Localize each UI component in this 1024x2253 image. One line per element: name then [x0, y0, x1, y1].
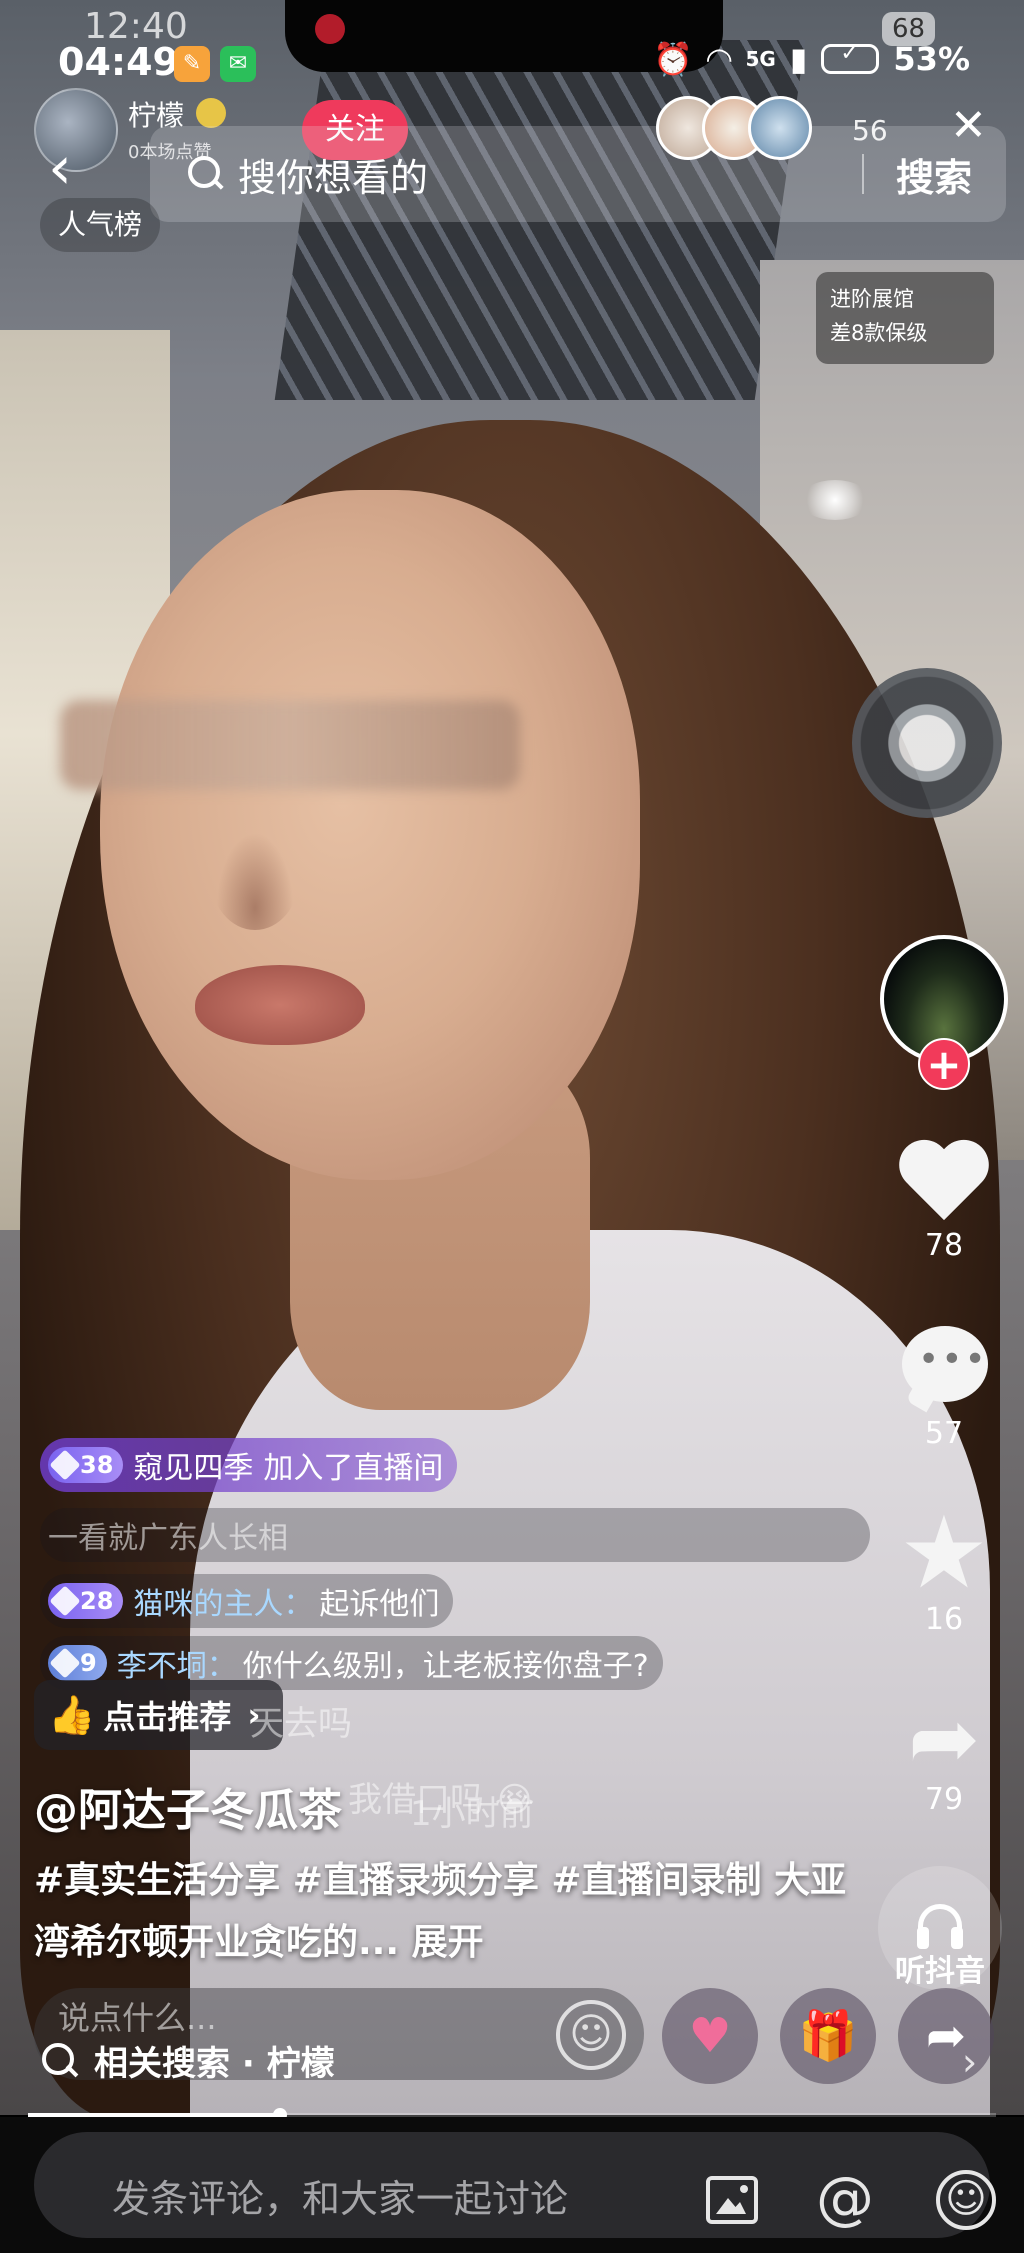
streamer-nose — [210, 820, 300, 930]
chat-user-name[interactable]: 李不垌： — [117, 1641, 237, 1685]
viewer-avatars[interactable] — [656, 96, 812, 160]
video-time-ago: 1小时前 — [410, 1794, 534, 1834]
level-gem-icon — [49, 1449, 81, 1481]
streamer-lips — [195, 965, 365, 1045]
anchor-level-coin-icon — [196, 98, 226, 128]
favorite-count: 16 — [924, 1602, 964, 1637]
share-count: 79 — [924, 1782, 964, 1817]
status-time: 04:49 — [58, 40, 179, 84]
user-level-badge: 28 — [48, 1583, 124, 1619]
chat-message-join: 38 窥见四季 加入了直播间 — [40, 1438, 458, 1492]
chat-text: 一看就广东人长相 — [48, 1521, 288, 1556]
chat-message: 一看就广东人长相 — [40, 1508, 870, 1562]
video-caption[interactable]: #真实生活分享 #直播录频分享 #直播间录制 大亚湾希尔顿开业贪吃的... 展开 — [34, 1850, 854, 1974]
related-search-label[interactable]: 相关搜索 · 柠檬 — [94, 2036, 335, 2085]
streamer-face — [100, 490, 640, 1180]
battery-percent: 53% — [893, 40, 970, 78]
search-button[interactable]: 搜索 — [864, 147, 1006, 202]
eye-blur-censor — [60, 700, 520, 790]
chat-message: 28 猫咪的主人： 起诉他们 — [40, 1574, 454, 1628]
level-gem-icon — [49, 1585, 81, 1617]
chevron-right-icon[interactable]: › — [962, 2040, 977, 2084]
promo-line-2: 差8款保级 — [830, 321, 928, 345]
alarm-icon: ⏰ — [653, 40, 693, 78]
chat-text: 起诉他们 — [319, 1587, 440, 1622]
search-icon — [186, 154, 226, 194]
comment-input[interactable]: 发条评论，和大家一起讨论 @ ☺ — [34, 2132, 996, 2238]
viewer-count[interactable]: 56 — [852, 114, 888, 147]
wifi-icon: ◠ — [706, 40, 732, 78]
promo-line-1: 进阶展馆 — [830, 287, 914, 311]
image-icon[interactable] — [706, 2176, 758, 2224]
expand-caption-button[interactable]: 展开 — [412, 1922, 484, 1963]
cellular-5g-label: 5G — [745, 47, 776, 71]
comment-bubble-icon[interactable]: ••• — [898, 1322, 990, 1414]
comment-dots: ••• — [918, 1339, 988, 1380]
comment-composer: 发条评论，和大家一起讨论 @ ☺ — [0, 2117, 1024, 2253]
emoji-icon[interactable]: ☺ — [556, 2000, 626, 2070]
like-heart-icon[interactable] — [898, 1134, 990, 1226]
recommend-button[interactable]: 👍 点击推荐 › — [34, 1680, 283, 1750]
status-bar: 12:40 68 04:49 ✎ ✉ ⏰ ◠ 5G ▮ 53% — [0, 0, 1024, 95]
heart-gift-icon[interactable]: ♥ — [662, 1988, 758, 2084]
recommend-label: 点击推荐 — [103, 1698, 232, 1736]
music-disc-widget[interactable] — [852, 668, 1002, 818]
mention-at-icon[interactable]: @ — [816, 2162, 874, 2234]
chat-text: 你什么级别，让老板接你盘子? — [242, 1649, 649, 1684]
related-search-row[interactable]: 相关搜索 · 柠檬 — [40, 2036, 335, 2085]
thumbs-up-icon: 👍 — [48, 1692, 96, 1737]
chat-user-name[interactable]: 猫咪的主人： — [133, 1579, 313, 1623]
headphone-icon — [917, 1904, 963, 1949]
level-gem-icon — [49, 1647, 81, 1679]
faded-chat-tail: 天去吗 — [250, 1704, 352, 1744]
exhibition-promo-box[interactable]: 进阶展馆 差8款保级 — [816, 272, 994, 364]
status-indicators: ⏰ ◠ 5G ▮ 53% — [653, 40, 970, 78]
favorite-star-icon[interactable]: ★ — [898, 1503, 990, 1603]
signal-bars-icon: ▮ — [789, 40, 808, 78]
user-level-badge: 38 — [48, 1447, 124, 1483]
listen-douyin-label[interactable]: 听抖音 — [878, 1946, 1002, 1990]
emoji-smile-icon[interactable]: ☺ — [936, 2170, 996, 2230]
comment-placeholder[interactable]: 发条评论，和大家一起讨论 — [112, 2168, 568, 2223]
notification-app-icon: ✎ — [174, 46, 210, 82]
comment-count: 57 — [924, 1416, 964, 1451]
battery-icon — [821, 41, 880, 74]
search-icon — [40, 2041, 80, 2081]
viewer-avatar[interactable] — [748, 96, 812, 160]
recording-dot-icon — [315, 14, 345, 44]
video-author-handle[interactable]: @阿达子冬瓜茶 — [34, 1774, 342, 1838]
like-count: 78 — [924, 1228, 964, 1263]
back-chevron-icon[interactable]: ‹ — [48, 138, 92, 198]
wechat-icon: ✉ — [220, 46, 256, 82]
chat-text: 加入了直播间 — [263, 1451, 444, 1486]
share-arrow-icon[interactable]: ➦ — [898, 1694, 990, 1786]
share-live-icon[interactable]: ➦ — [898, 1988, 994, 2084]
close-icon[interactable]: ✕ — [950, 104, 987, 148]
chat-user-name[interactable]: 窥见四季 — [133, 1443, 253, 1487]
ceiling-lamp — [800, 480, 870, 520]
gift-box-icon[interactable]: 🎁 — [780, 1988, 876, 2084]
user-level-badge: 9 — [48, 1645, 107, 1681]
follow-plus-button[interactable]: + — [918, 1038, 970, 1090]
popularity-rank-pill[interactable]: 人气榜 — [40, 198, 161, 252]
